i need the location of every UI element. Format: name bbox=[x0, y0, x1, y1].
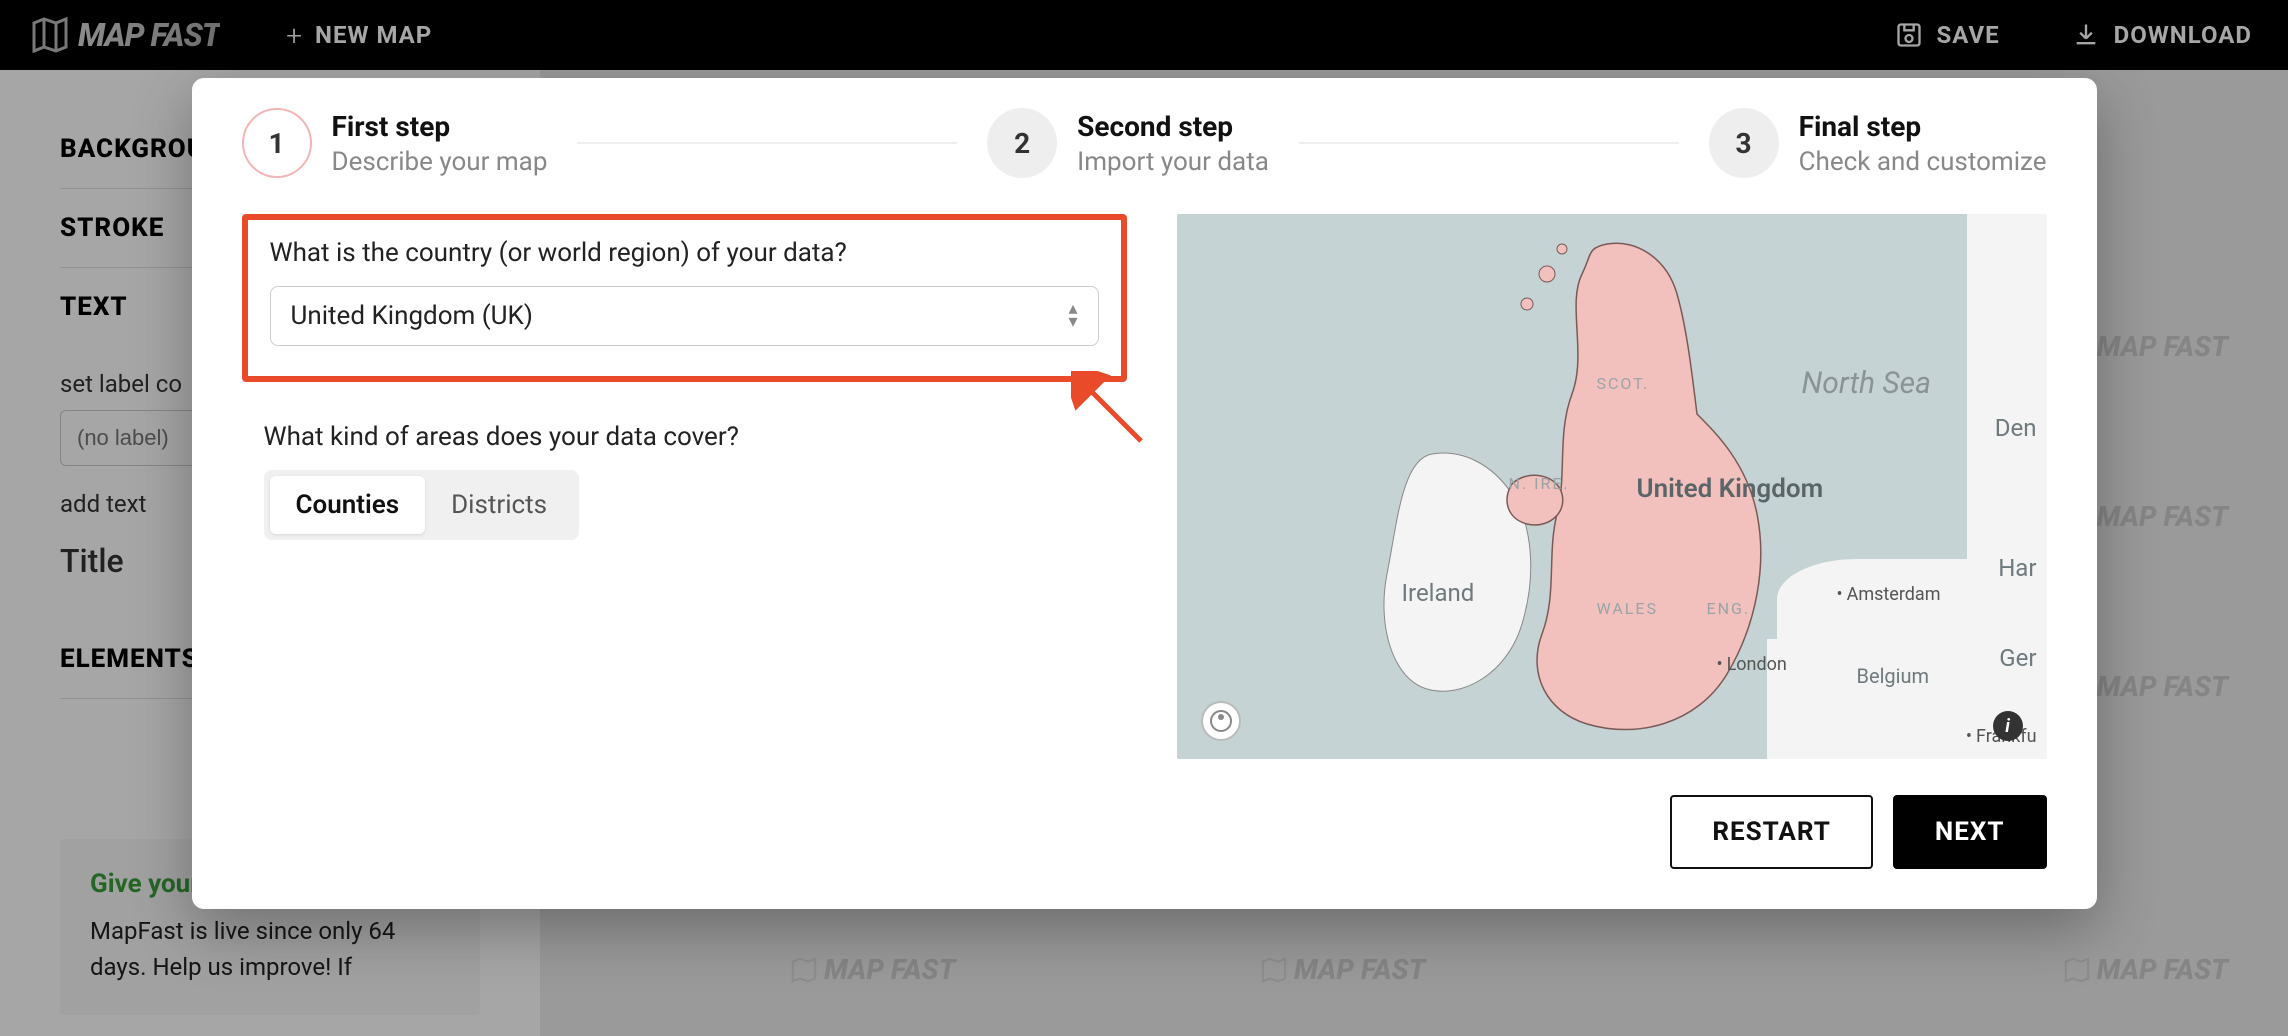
step-number-1: 1 bbox=[242, 108, 312, 178]
map-label-ireland: Ireland bbox=[1402, 579, 1475, 607]
map-info-icon[interactable]: i bbox=[1993, 711, 2023, 741]
step-sub-2: Import your data bbox=[1077, 147, 1269, 177]
wizard-step-3[interactable]: 3 Final step Check and customize bbox=[1709, 108, 2047, 178]
map-city-london: London bbox=[1717, 654, 1787, 675]
select-chevron-icon: ▴▾ bbox=[1068, 303, 1077, 328]
step-number-2: 2 bbox=[987, 108, 1057, 178]
map-compass-icon[interactable] bbox=[1201, 701, 1241, 741]
map-label-ger: Ger bbox=[1999, 644, 2036, 672]
area-segmented-control: Counties Districts bbox=[264, 470, 580, 540]
area-question-label: What kind of areas does your data cover? bbox=[264, 422, 1127, 452]
map-label-uk: United Kingdom bbox=[1637, 474, 1824, 505]
area-option-districts[interactable]: Districts bbox=[425, 476, 573, 534]
step-sub-3: Check and customize bbox=[1799, 147, 2047, 177]
wizard-step-1[interactable]: 1 First step Describe your map bbox=[242, 108, 548, 178]
map-label-eng: ENG. bbox=[1707, 599, 1751, 618]
map-label-scot: SCOT. bbox=[1597, 374, 1650, 393]
step-number-3: 3 bbox=[1709, 108, 1779, 178]
map-label-belgium: Belgium bbox=[1857, 664, 1930, 688]
step-title-3: Final step bbox=[1799, 110, 2047, 143]
wizard-body: What is the country (or world region) of… bbox=[242, 214, 2047, 759]
wizard-steps: 1 First step Describe your map 2 Second … bbox=[242, 108, 2047, 178]
wizard-step-2[interactable]: 2 Second step Import your data bbox=[987, 108, 1269, 178]
next-button[interactable]: NEXT bbox=[1893, 795, 2047, 869]
restart-button[interactable]: RESTART bbox=[1670, 795, 1873, 869]
country-select[interactable]: United Kingdom (UK) ▴▾ bbox=[270, 286, 1099, 346]
map-city-amsterdam: Amsterdam bbox=[1837, 584, 1941, 605]
wizard-modal: 1 First step Describe your map 2 Second … bbox=[192, 78, 2097, 909]
map-label-north-sea: North Sea bbox=[1802, 364, 1931, 403]
wizard-footer: RESTART NEXT bbox=[242, 795, 2047, 869]
country-select-value: United Kingdom (UK) bbox=[291, 301, 533, 331]
map-label-den: Den bbox=[1995, 414, 2037, 442]
map-label-wales: WALES bbox=[1597, 599, 1659, 618]
modal-overlay: 1 First step Describe your map 2 Second … bbox=[0, 0, 2288, 1036]
wizard-form: What is the country (or world region) of… bbox=[242, 214, 1127, 759]
country-question-label: What is the country (or world region) of… bbox=[270, 238, 1099, 268]
annotation-arrow-icon bbox=[1071, 371, 1151, 451]
step-divider bbox=[1299, 142, 1679, 144]
step-divider bbox=[577, 142, 957, 144]
step-title-2: Second step bbox=[1077, 110, 1269, 143]
map-preview[interactable]: North Sea United Kingdom Ireland N. IRE.… bbox=[1177, 214, 2047, 759]
area-option-counties[interactable]: Counties bbox=[270, 476, 426, 534]
map-label-har: Har bbox=[1998, 554, 2036, 582]
map-label-nire: N. IRE. bbox=[1509, 474, 1570, 493]
country-highlight-box: What is the country (or world region) of… bbox=[242, 214, 1127, 382]
step-sub-1: Describe your map bbox=[332, 147, 548, 177]
step-title-1: First step bbox=[332, 110, 548, 143]
